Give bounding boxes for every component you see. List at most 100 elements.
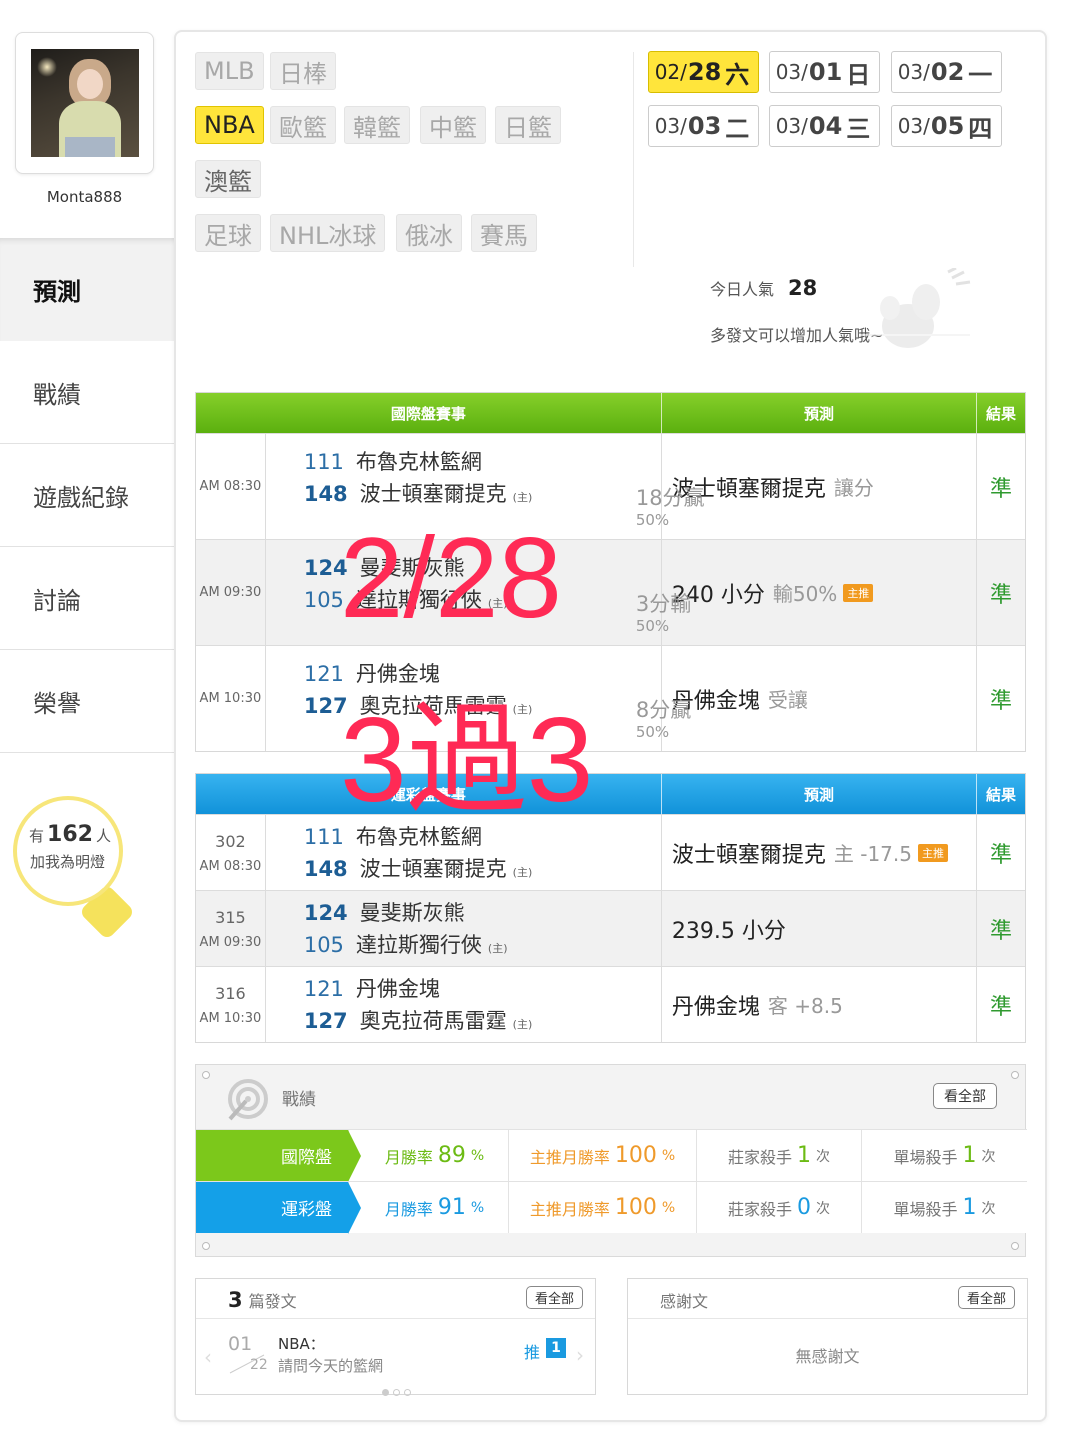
prediction: 丹佛金塊 受讓: [662, 646, 978, 751]
away-team: 121 丹佛金塊: [303, 662, 440, 686]
sport-japan-basketball[interactable]: 日籃: [495, 106, 561, 144]
game-time: AM 08:30: [196, 434, 266, 539]
matchup[interactable]: 124 曼斐斯灰熊 105 達拉斯獨行俠 (主): [266, 891, 662, 966]
home-team: 148 波士頓塞爾提克 (主): [303, 482, 533, 506]
filter-divider: [633, 52, 634, 267]
nav-item-game-log[interactable]: 遊戲紀錄: [0, 444, 174, 547]
matchup[interactable]: 121 丹佛金塊 127 奧克拉荷馬雷霆 (主) 8分贏 50%: [266, 646, 691, 751]
follow-lightbulb[interactable]: 有 162 人 加我為明燈: [13, 796, 136, 944]
date-0228[interactable]: 02/28 六: [648, 51, 759, 93]
record-view-all-button[interactable]: 看全部: [933, 1083, 997, 1109]
sport-korea-basketball[interactable]: 韓籃: [344, 106, 410, 144]
lottery-table-header: 運彩盤賽事 預測 結果: [196, 774, 1025, 814]
handicap-percent: 50%: [635, 723, 670, 741]
thanks-header: 感謝文 看全部: [628, 1279, 1027, 1319]
post-day: 22: [250, 1357, 268, 1373]
table-row: AM 08:30 111 布魯克林籃網 148 波士頓塞爾提克 (主) 18分贏 50…: [196, 433, 1025, 539]
date-0301[interactable]: 03/01 日: [769, 51, 880, 93]
carousel-dots: [382, 1389, 411, 1396]
col-prediction: 預測: [662, 393, 978, 433]
result: 準: [990, 582, 1013, 608]
prediction: 丹佛金塊客 +8.5: [662, 967, 978, 1042]
featured-win-rate: 主推月勝率 100%: [508, 1130, 696, 1181]
sport-horse-racing[interactable]: 賽馬: [471, 214, 537, 252]
away-team: 121 丹佛金塊: [303, 977, 440, 1001]
record-row-lottery: 運彩盤 月勝率 91% 主推月勝率 100% 莊家殺手 0 次 單場殺手 1 次: [196, 1181, 1027, 1234]
sport-soccer[interactable]: 足球: [195, 214, 261, 252]
thanks-view-all-button[interactable]: 看全部: [957, 1286, 1015, 1309]
follow-cta[interactable]: 加我為明燈: [30, 851, 105, 872]
date-0303[interactable]: 03/03 二: [648, 105, 759, 147]
mascot-icon: [860, 268, 971, 348]
posts-header: 3 篇發文 看全部: [196, 1279, 595, 1319]
sport-nhl[interactable]: NHL冰球: [270, 214, 386, 252]
prediction: 波士頓塞爾提克 讓分: [662, 434, 978, 539]
posts-box: 3 篇發文 看全部 ‹ 01 22 NBA： 請問今天的籃網 推 1 ›: [195, 1278, 596, 1396]
monthly-win-rate: 月勝率 91%: [348, 1182, 508, 1233]
prediction: 240 小分 輸50% 主推: [662, 540, 978, 645]
posts-view-all-button[interactable]: 看全部: [525, 1286, 583, 1309]
handicap-percent: 50%: [635, 511, 670, 529]
table-row: AM 10:30 121 丹佛金塊 127 奧克拉荷馬雷霆 (主) 8分贏 50% 丹…: [196, 645, 1025, 751]
thanks-empty: 無感謝文: [795, 1347, 860, 1366]
record-row-intl: 國際盤 月勝率 89% 主推月勝率 100% 莊家殺手 1 次 單場殺手 1 次: [196, 1129, 1027, 1182]
nav-item-discussion[interactable]: 討論: [0, 547, 174, 650]
banker-killer: 莊家殺手 0 次: [696, 1182, 861, 1233]
monthly-win-rate: 月勝率 89%: [348, 1130, 508, 1181]
record-label: 國際盤: [196, 1130, 361, 1182]
date-0304[interactable]: 03/04 三: [769, 105, 880, 147]
table-row: AM 09:30 124 曼斐斯灰熊 105 達拉斯獨行俠 (主) 3分輸 50% 2…: [196, 539, 1025, 645]
today-popularity: 今日人氣 28: [710, 276, 818, 300]
avatar[interactable]: [31, 49, 139, 157]
sport-nba[interactable]: NBA: [195, 106, 264, 144]
post-link[interactable]: 請問今天的籃網: [278, 1355, 383, 1376]
nav-item-record[interactable]: 戰績: [0, 341, 174, 444]
featured-tag: 主推: [917, 843, 948, 862]
table-row: 315 AM 09:30 124 曼斐斯灰熊 105 達拉斯獨行俠 (主) 239.5 …: [196, 890, 1025, 966]
sport-khl[interactable]: 俄冰: [396, 214, 462, 252]
col-result: 結果: [986, 404, 1017, 423]
matchup[interactable]: 111 布魯克林籃網 148 波士頓塞爾提克 (主) 18分贏 50%: [266, 434, 705, 539]
matchup[interactable]: 124 曼斐斯灰熊 105 達拉斯獨行俠 (主) 3分輸 50%: [266, 540, 691, 645]
away-team: 111 布魯克林籃網: [303, 825, 482, 849]
username[interactable]: Monta888: [15, 188, 154, 206]
chevron-left-icon[interactable]: ‹: [204, 1345, 212, 1369]
game-time: 315 AM 09:30: [196, 891, 266, 966]
intl-table-header: 國際盤賽事 預測 結果: [196, 393, 1025, 433]
col-prediction: 預測: [662, 774, 978, 814]
side-nav: 預測 戰績 遊戲紀錄 討論 榮譽: [0, 238, 174, 753]
intl-table: 國際盤賽事 預測 結果 AM 08:30 111 布魯克林籃網 148 波士頓塞爾提…: [195, 392, 1026, 752]
sport-china-basketball[interactable]: 中籃: [420, 106, 486, 144]
push-label: 推: [524, 1343, 541, 1362]
corner-dot: [202, 1071, 210, 1079]
nav-item-predict[interactable]: 預測: [0, 238, 174, 341]
prediction: 波士頓塞爾提克主 -17.5 主推: [662, 815, 978, 890]
sport-aus-basketball[interactable]: 澳籃: [195, 160, 261, 198]
date-0302[interactable]: 03/02 一: [891, 51, 1002, 93]
single-killer: 單場殺手 1 次: [861, 1182, 1027, 1233]
popularity-note: 多發文可以增加人氣哦~: [710, 326, 884, 345]
result: 準: [990, 994, 1013, 1020]
featured-tag: 主推: [843, 583, 874, 602]
away-team: 124 曼斐斯灰熊: [303, 556, 465, 580]
home-team: 127 奧克拉荷馬雷霆 (主): [303, 1009, 533, 1033]
avatar-card[interactable]: [15, 32, 154, 174]
sport-euro-basketball[interactable]: 歐籃: [270, 106, 336, 144]
sport-mlb[interactable]: MLB: [195, 52, 264, 90]
matchup[interactable]: 111 布魯克林籃網 148 波士頓塞爾提克 (主): [266, 815, 662, 890]
nav-item-honor[interactable]: 榮譽: [0, 650, 174, 753]
banker-killer: 莊家殺手 1 次: [696, 1130, 861, 1181]
col-result: 結果: [986, 785, 1017, 804]
date-0305[interactable]: 03/05 四: [891, 105, 1002, 147]
corner-dot: [202, 1242, 210, 1250]
record-label: 運彩盤: [196, 1182, 361, 1234]
record-panel: 戰績 看全部 國際盤 月勝率 89% 主推月勝率 100% 莊家殺手 1 次 單場殺手 1…: [195, 1064, 1027, 1257]
game-time: 316 AM 10:30: [196, 967, 266, 1042]
chevron-right-icon[interactable]: ›: [576, 1343, 584, 1367]
away-team: 111 布魯克林籃網: [303, 450, 482, 474]
push-count-badge: 1: [546, 1338, 566, 1358]
sport-npb[interactable]: 日棒: [270, 52, 336, 90]
matchup[interactable]: 121 丹佛金塊 127 奧克拉荷馬雷霆 (主): [266, 967, 662, 1042]
corner-dot: [1011, 1242, 1019, 1250]
record-title: 戰績: [282, 1090, 316, 1110]
